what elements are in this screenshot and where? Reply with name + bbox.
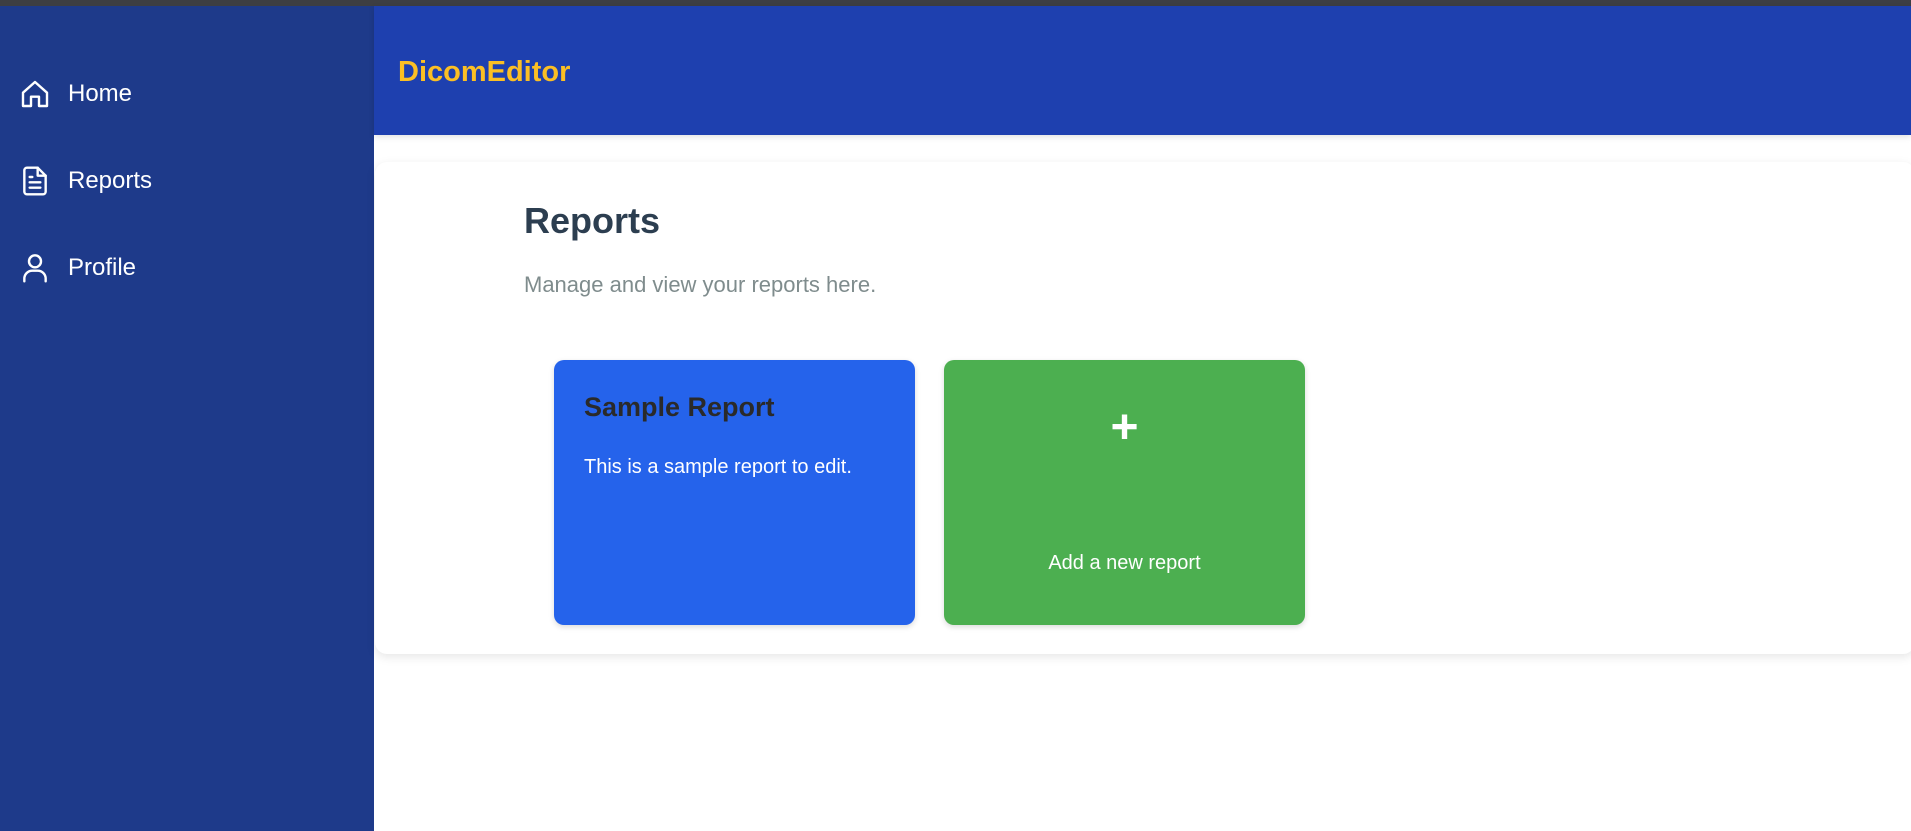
sidebar-item-label: Home: [68, 80, 133, 107]
app-header: DicomEditor: [374, 6, 1911, 135]
sidebar-item-profile[interactable]: Profile: [18, 251, 136, 285]
home-icon: [18, 77, 52, 111]
plus-icon: +: [1110, 401, 1139, 454]
reports-panel: Reports Manage and view your reports her…: [375, 162, 1911, 654]
sidebar: Home Reports Profile: [0, 6, 374, 831]
user-icon: [18, 251, 52, 285]
add-report-label: Add a new report: [1048, 552, 1201, 574]
report-card-description: This is a sample report to edit.: [584, 456, 852, 478]
sidebar-item-label: Profile: [68, 254, 137, 281]
add-report-button[interactable]: + Add a new report: [944, 360, 1305, 625]
sidebar-item-home[interactable]: Home: [18, 77, 132, 111]
document-icon: [18, 164, 52, 198]
sidebar-item-reports[interactable]: Reports: [18, 164, 152, 198]
sidebar-item-label: Reports: [68, 167, 153, 194]
report-card[interactable]: Sample Report This is a sample report to…: [554, 360, 915, 625]
app-brand[interactable]: DicomEditor: [398, 56, 570, 89]
report-card-title: Sample Report: [584, 392, 775, 422]
page-title: Reports: [524, 200, 661, 241]
page-subtitle: Manage and view your reports here.: [524, 272, 877, 297]
